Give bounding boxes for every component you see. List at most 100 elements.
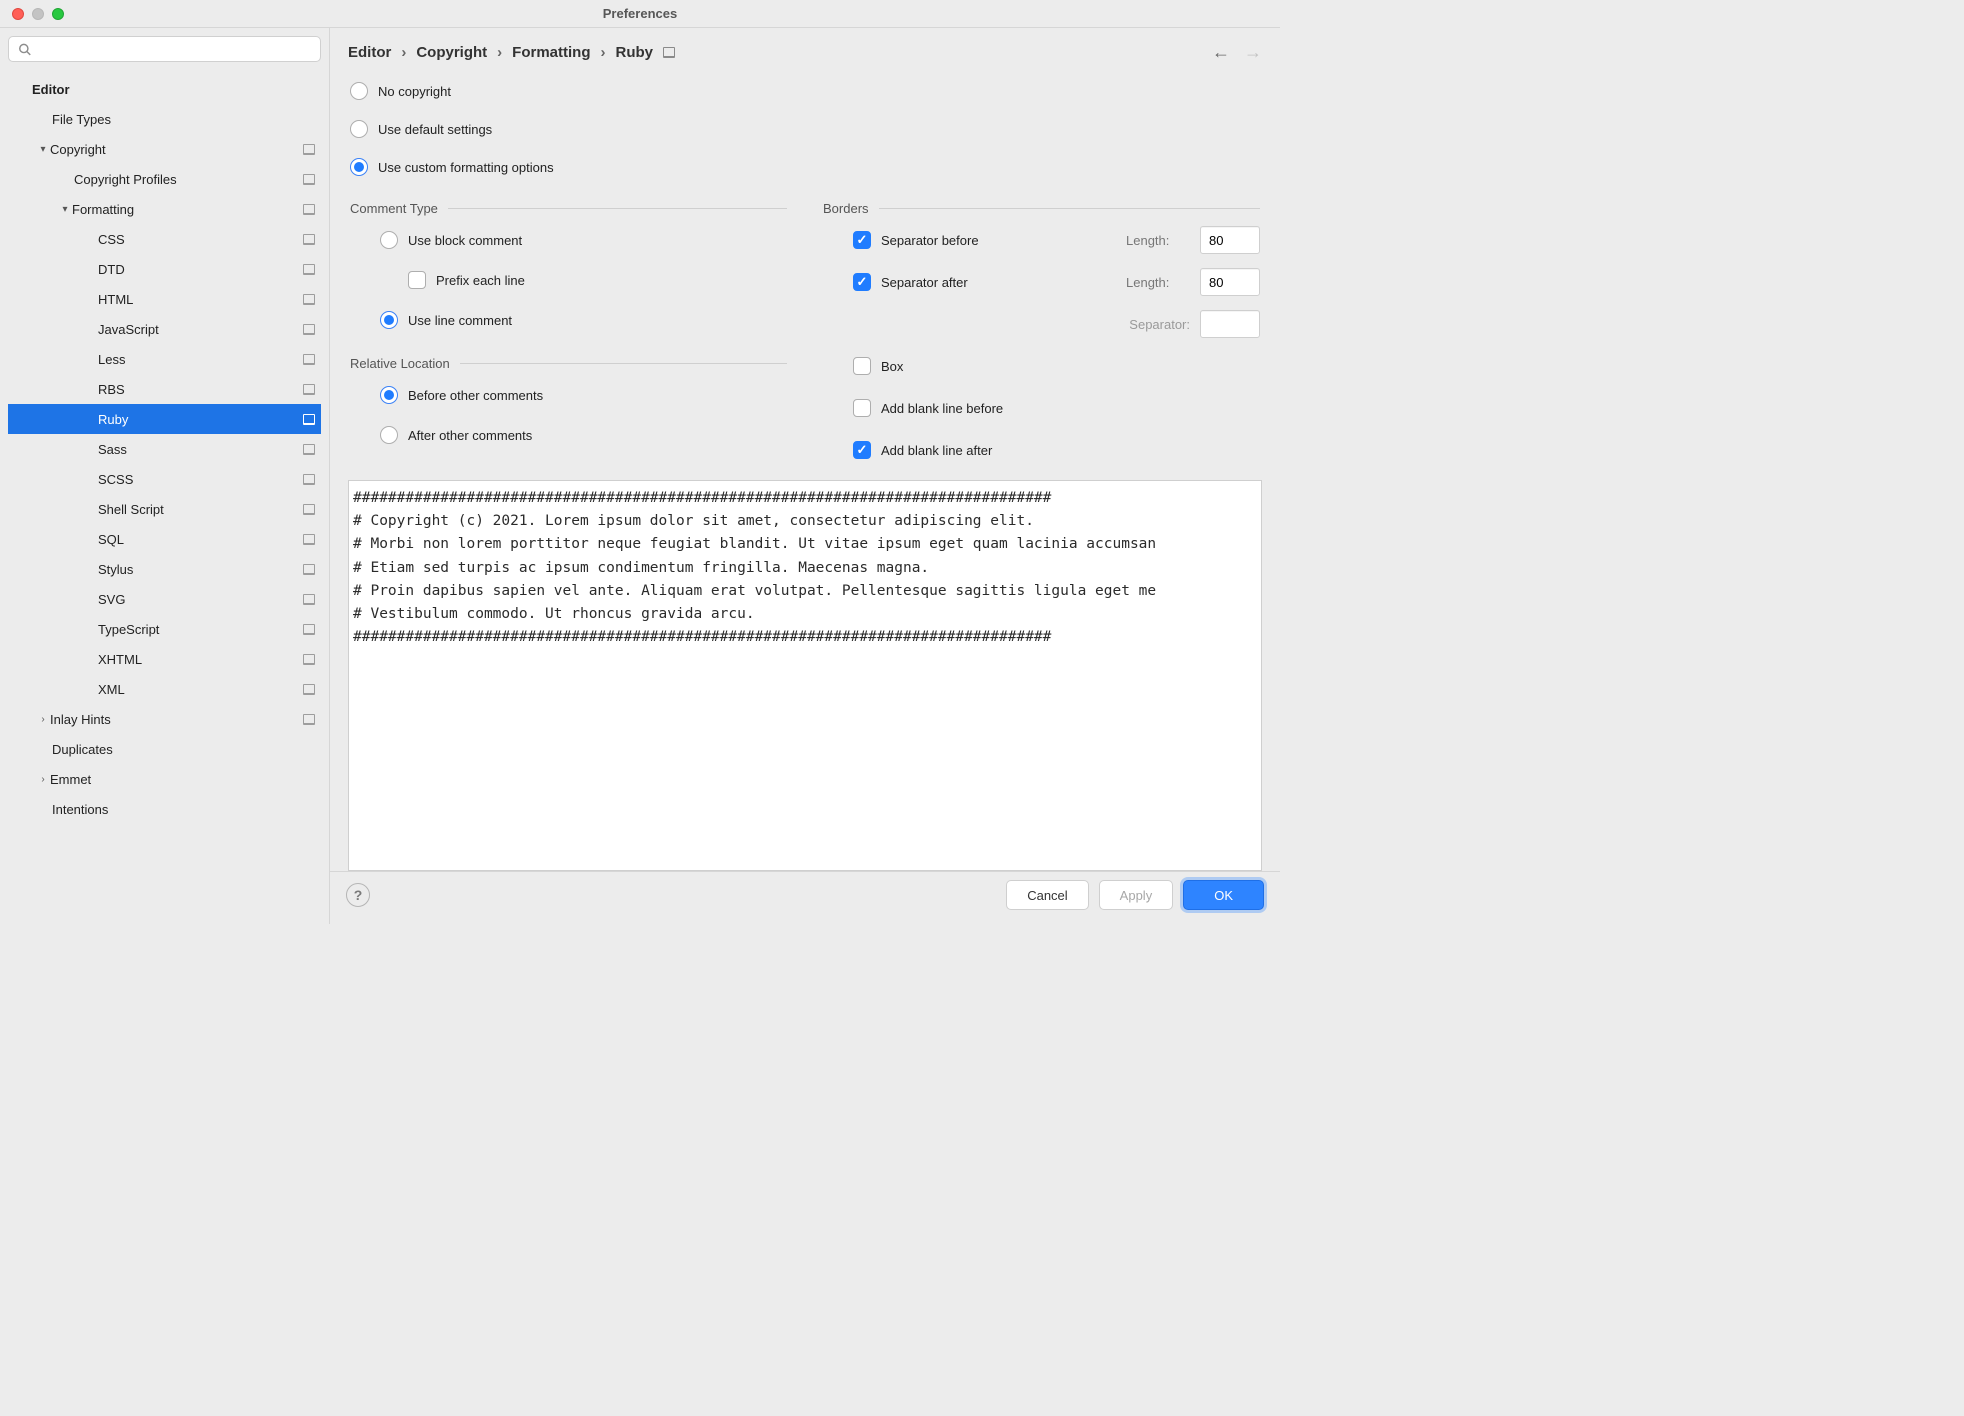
scope-badge-icon bbox=[303, 564, 315, 575]
group-label: Comment Type bbox=[350, 201, 438, 216]
radio-icon bbox=[350, 120, 368, 138]
tree-item-shell-script[interactable]: Shell Script bbox=[8, 494, 321, 524]
radio-icon bbox=[380, 426, 398, 444]
cancel-button[interactable]: Cancel bbox=[1006, 880, 1088, 910]
tree-item-ruby[interactable]: Ruby bbox=[8, 404, 321, 434]
scope-badge-icon bbox=[303, 144, 315, 155]
group-label: Relative Location bbox=[350, 356, 450, 371]
divider bbox=[460, 363, 787, 364]
radio-line-comment[interactable]: Use line comment bbox=[380, 306, 787, 334]
tree-item-css[interactable]: CSS bbox=[8, 224, 321, 254]
titlebar: Preferences bbox=[0, 0, 1280, 28]
tree-item-javascript[interactable]: JavaScript bbox=[8, 314, 321, 344]
tree-item-label: XML bbox=[98, 682, 297, 697]
length-before-input[interactable] bbox=[1200, 226, 1260, 254]
check-sep-before[interactable] bbox=[853, 231, 871, 249]
tree-item-intentions[interactable]: Intentions bbox=[8, 794, 321, 824]
window-title: Preferences bbox=[0, 6, 1280, 21]
tree-item-formatting[interactable]: ▾Formatting bbox=[8, 194, 321, 224]
search-input[interactable] bbox=[8, 36, 321, 62]
tree-item-sql[interactable]: SQL bbox=[8, 524, 321, 554]
breadcrumb-item[interactable]: Ruby bbox=[616, 44, 654, 61]
row-sep-after: Separator after Length: bbox=[853, 268, 1260, 296]
chevron-right-icon: › bbox=[36, 774, 50, 785]
scope-badge-icon bbox=[303, 654, 315, 665]
tree-item-label: HTML bbox=[98, 292, 297, 307]
check-label: Box bbox=[881, 359, 903, 374]
tree-item-file-types[interactable]: File Types bbox=[8, 104, 321, 134]
radio-use-custom[interactable]: Use custom formatting options bbox=[350, 153, 1260, 181]
tree-item-label: CSS bbox=[98, 232, 297, 247]
tree-item-less[interactable]: Less bbox=[8, 344, 321, 374]
tree-item-emmet[interactable]: ›Emmet bbox=[8, 764, 321, 794]
tree-item-editor[interactable]: Editor bbox=[8, 74, 321, 104]
check-blank-before[interactable]: Add blank line before bbox=[853, 394, 1260, 422]
scope-badge-icon bbox=[303, 684, 315, 695]
tree-item-label: Editor bbox=[32, 82, 315, 97]
breadcrumb-item[interactable]: Editor bbox=[348, 44, 391, 61]
chevron-right-icon: › bbox=[601, 44, 606, 61]
tree-item-typescript[interactable]: TypeScript bbox=[8, 614, 321, 644]
tree-item-label: SVG bbox=[98, 592, 297, 607]
scope-badge-icon bbox=[303, 474, 315, 485]
radio-icon bbox=[380, 311, 398, 329]
radio-before-comments[interactable]: Before other comments bbox=[380, 381, 787, 409]
check-blank-after[interactable]: Add blank line after bbox=[853, 436, 1260, 464]
radio-label: Before other comments bbox=[408, 388, 543, 403]
tree-item-label: JavaScript bbox=[98, 322, 297, 337]
tree-item-xhtml[interactable]: XHTML bbox=[8, 644, 321, 674]
right-column: Borders Separator before Length: Separa bbox=[823, 193, 1260, 464]
tree-item-scss[interactable]: SCSS bbox=[8, 464, 321, 494]
length-label: Length: bbox=[1126, 275, 1190, 290]
separator-input[interactable] bbox=[1200, 310, 1260, 338]
tree-item-sass[interactable]: Sass bbox=[8, 434, 321, 464]
radio-icon bbox=[350, 82, 368, 100]
breadcrumb: Editor›Copyright›Formatting›Ruby bbox=[348, 44, 1204, 61]
back-button[interactable]: ← bbox=[1212, 42, 1230, 63]
tree-item-copyright-profiles[interactable]: Copyright Profiles bbox=[8, 164, 321, 194]
breadcrumb-row: Editor›Copyright›Formatting›Ruby ← → bbox=[330, 28, 1280, 73]
tree-item-label: Shell Script bbox=[98, 502, 297, 517]
ok-button[interactable]: OK bbox=[1183, 880, 1264, 910]
check-label: Separator before bbox=[881, 233, 1116, 248]
breadcrumb-item[interactable]: Formatting bbox=[512, 44, 590, 61]
columns: Comment Type Use block comment Prefix ea… bbox=[330, 189, 1280, 464]
preview-pane: ########################################… bbox=[348, 480, 1262, 871]
length-after-input[interactable] bbox=[1200, 268, 1260, 296]
check-label: Add blank line after bbox=[881, 443, 992, 458]
tree-item-svg[interactable]: SVG bbox=[8, 584, 321, 614]
tree-item-rbs[interactable]: RBS bbox=[8, 374, 321, 404]
apply-button[interactable]: Apply bbox=[1099, 880, 1174, 910]
check-sep-after[interactable] bbox=[853, 273, 871, 291]
separator-label: Separator: bbox=[1129, 317, 1190, 332]
radio-icon bbox=[350, 158, 368, 176]
search-icon bbox=[18, 43, 32, 60]
tree-item-label: SQL bbox=[98, 532, 297, 547]
tree[interactable]: Editor File Types ▾CopyrightCopyright Prof… bbox=[8, 68, 321, 924]
tree-item-copyright[interactable]: ▾Copyright bbox=[8, 134, 321, 164]
check-box[interactable]: Box bbox=[853, 352, 1260, 380]
tree-item-label: Less bbox=[98, 352, 297, 367]
tree-item-stylus[interactable]: Stylus bbox=[8, 554, 321, 584]
checkbox-icon bbox=[853, 357, 871, 375]
help-button[interactable]: ? bbox=[346, 883, 370, 907]
check-label: Separator after bbox=[881, 275, 1116, 290]
radio-after-comments[interactable]: After other comments bbox=[380, 421, 787, 449]
radio-use-default[interactable]: Use default settings bbox=[350, 115, 1260, 143]
scope-badge-icon bbox=[663, 47, 675, 58]
tree-item-label: File Types bbox=[52, 112, 315, 127]
tree-item-html[interactable]: HTML bbox=[8, 284, 321, 314]
tree-item-duplicates[interactable]: Duplicates bbox=[8, 734, 321, 764]
radio-block-comment[interactable]: Use block comment bbox=[380, 226, 787, 254]
chevron-right-icon: › bbox=[36, 714, 50, 725]
breadcrumb-item[interactable]: Copyright bbox=[416, 44, 487, 61]
checkbox-icon bbox=[853, 441, 871, 459]
tree-item-label: Sass bbox=[98, 442, 297, 457]
group-relative-location: Relative Location bbox=[350, 356, 787, 371]
radio-no-copyright[interactable]: No copyright bbox=[350, 77, 1260, 105]
tree-item-dtd[interactable]: DTD bbox=[8, 254, 321, 284]
check-prefix-each-line[interactable]: Prefix each line bbox=[380, 266, 787, 294]
tree-item-inlay-hints[interactable]: ›Inlay Hints bbox=[8, 704, 321, 734]
nav-arrows: ← → bbox=[1212, 42, 1262, 63]
tree-item-xml[interactable]: XML bbox=[8, 674, 321, 704]
